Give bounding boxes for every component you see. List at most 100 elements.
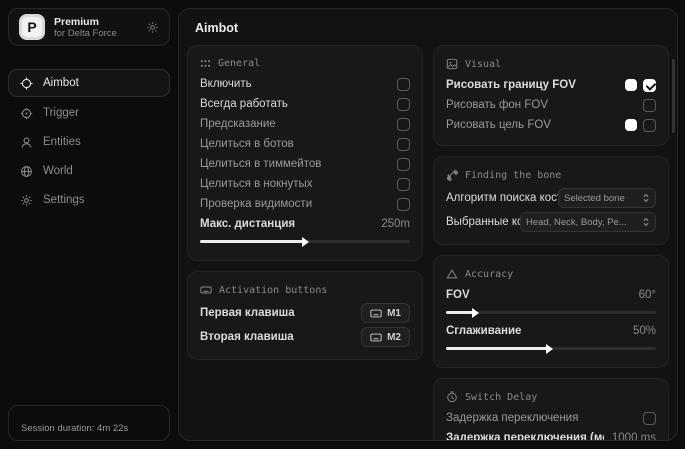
- sidebar-item-settings[interactable]: Settings: [8, 187, 170, 213]
- draw-fov-background-checkbox[interactable]: [643, 99, 656, 112]
- target-bots-checkbox[interactable]: [397, 138, 410, 151]
- setting-label: FOV: [446, 289, 470, 301]
- image-icon: [446, 58, 458, 70]
- general-card-header: General: [200, 52, 410, 74]
- main-panel: Aimbot General Включи: [178, 8, 678, 441]
- setting-label: Макс. дистанция: [200, 218, 295, 230]
- switch-delay-checkbox[interactable]: [643, 412, 656, 425]
- visual-card-header: Visual: [446, 52, 656, 75]
- slider-fill: [446, 311, 473, 314]
- sidebar-item-world[interactable]: World: [8, 158, 170, 184]
- setting-row: Рисовать границу FOV: [446, 75, 656, 95]
- sidebar-item-trigger[interactable]: Trigger: [8, 100, 170, 126]
- setting-label: Целиться в нокнутых: [200, 178, 313, 190]
- sidebar-item-aimbot[interactable]: Aimbot: [8, 69, 170, 97]
- setting-label: Вторая клавиша: [200, 331, 294, 343]
- smoothing-value: 50%: [625, 325, 656, 337]
- target-knocked-checkbox[interactable]: [397, 178, 410, 191]
- product-subtitle: for Delta Force: [54, 28, 117, 39]
- session-duration: Session duration: 4m 22s: [8, 405, 170, 441]
- right-column: Visual Рисовать границу FOV Рисовать фон…: [433, 45, 669, 441]
- activation-card-title: Activation buttons: [219, 285, 327, 296]
- setting-label: Рисовать границу FOV: [446, 79, 576, 91]
- always-work-checkbox[interactable]: [397, 98, 410, 111]
- trigger-icon: [20, 107, 33, 120]
- setting-label: Проверка видимости: [200, 198, 312, 210]
- scrollbar[interactable]: [672, 59, 675, 133]
- left-column: General Включить Всегда работать Предска…: [187, 45, 423, 441]
- switch-delay-card-title: Switch Delay: [465, 392, 537, 403]
- switch-delay-card: Switch Delay Задержка переключения Задер…: [433, 378, 669, 441]
- select-value: Head, Neck, Body, Pe...: [526, 217, 627, 228]
- header-gear-icon[interactable]: [146, 21, 159, 34]
- switch-delay-value: 1000 ms: [604, 432, 656, 441]
- first-key-button[interactable]: M1: [361, 303, 410, 323]
- setting-row: Включить: [200, 74, 410, 94]
- product-name: Premium: [54, 16, 117, 28]
- activation-card: Activation buttons Первая клавиша M1 Вто…: [187, 271, 423, 360]
- setting-row: Рисовать цель FOV: [446, 115, 656, 135]
- accuracy-card: Accuracy FOV 60° Сглаживание 50%: [433, 255, 669, 368]
- chevron-updown-icon: [642, 217, 650, 227]
- setting-label: Включить: [200, 78, 252, 90]
- enable-checkbox[interactable]: [397, 78, 410, 91]
- slider-fill: [446, 347, 547, 350]
- fov-slider[interactable]: [446, 311, 656, 314]
- bone-card-title: Finding the bone: [465, 170, 561, 181]
- activation-card-header: Activation buttons: [200, 278, 410, 301]
- bone-algorithm-select[interactable]: Selected bone: [558, 188, 656, 208]
- second-key-button[interactable]: M2: [361, 327, 410, 347]
- setting-label: Целиться в ботов: [200, 138, 294, 150]
- selected-bones-select[interactable]: Head, Neck, Body, Pe...: [520, 212, 656, 232]
- product-logo-letter: P: [27, 19, 36, 35]
- setting-label: Задержка переключения: [446, 412, 578, 424]
- setting-row: Сглаживание 50%: [446, 321, 656, 341]
- smoothing-slider[interactable]: [446, 347, 656, 350]
- session-duration-text: Session duration: 4m 22s: [21, 423, 128, 434]
- general-card: General Включить Всегда работать Предска…: [187, 45, 423, 261]
- fov-border-color-swatch[interactable]: [625, 79, 637, 91]
- visual-card-title: Visual: [465, 59, 501, 70]
- setting-label: Сглаживание: [446, 325, 521, 337]
- draw-fov-border-checkbox[interactable]: [643, 79, 656, 92]
- setting-label: Целиться в тиммейтов: [200, 158, 321, 170]
- visual-card: Visual Рисовать границу FOV Рисовать фон…: [433, 45, 669, 146]
- keyboard-icon: [200, 284, 212, 296]
- target-teammates-checkbox[interactable]: [397, 158, 410, 171]
- draw-fov-target-checkbox[interactable]: [643, 119, 656, 132]
- setting-row: FOV 60°: [446, 285, 656, 305]
- bone-icon: [446, 169, 458, 181]
- sidebar-item-label: Aimbot: [43, 77, 79, 89]
- bone-card: Finding the bone Алгоритм поиска костей …: [433, 156, 669, 245]
- select-value: Selected bone: [564, 193, 625, 204]
- content-columns: General Включить Всегда работать Предска…: [179, 43, 677, 441]
- key-value: M1: [387, 308, 401, 319]
- setting-label: Первая клавиша: [200, 307, 295, 319]
- sidebar-item-entities[interactable]: Entities: [8, 129, 170, 155]
- sidebar-nav: Aimbot Trigger Entities: [0, 66, 178, 216]
- setting-row: Целиться в тиммейтов: [200, 154, 410, 174]
- fov-value: 60°: [631, 289, 656, 301]
- chevron-updown-icon: [642, 193, 650, 203]
- entities-icon: [20, 136, 33, 149]
- key-value: M2: [387, 332, 401, 343]
- setting-label: Предсказание: [200, 118, 276, 130]
- max-distance-slider[interactable]: [200, 240, 410, 243]
- key-icon: [370, 309, 382, 318]
- sidebar-item-label: Settings: [43, 194, 85, 206]
- sidebar-item-label: Trigger: [43, 107, 79, 119]
- sidebar: P Premium for Delta Force Category: [0, 0, 178, 449]
- page-title: Aimbot: [179, 9, 677, 43]
- app-window: P Premium for Delta Force Category: [0, 0, 685, 449]
- setting-label: Рисовать фон FOV: [446, 99, 548, 111]
- setting-row: Вторая клавиша M2: [200, 325, 410, 349]
- gear-icon: [20, 194, 33, 207]
- visibility-check-checkbox[interactable]: [397, 198, 410, 211]
- prediction-checkbox[interactable]: [397, 118, 410, 131]
- fov-target-color-swatch[interactable]: [625, 119, 637, 131]
- setting-label: Задержка переключения (мс): [446, 432, 604, 441]
- setting-row: Всегда работать: [200, 94, 410, 114]
- globe-icon: [20, 165, 33, 178]
- setting-label: Всегда работать: [200, 98, 288, 110]
- setting-row: Задержка переключения (мс) 1000 ms: [446, 428, 656, 441]
